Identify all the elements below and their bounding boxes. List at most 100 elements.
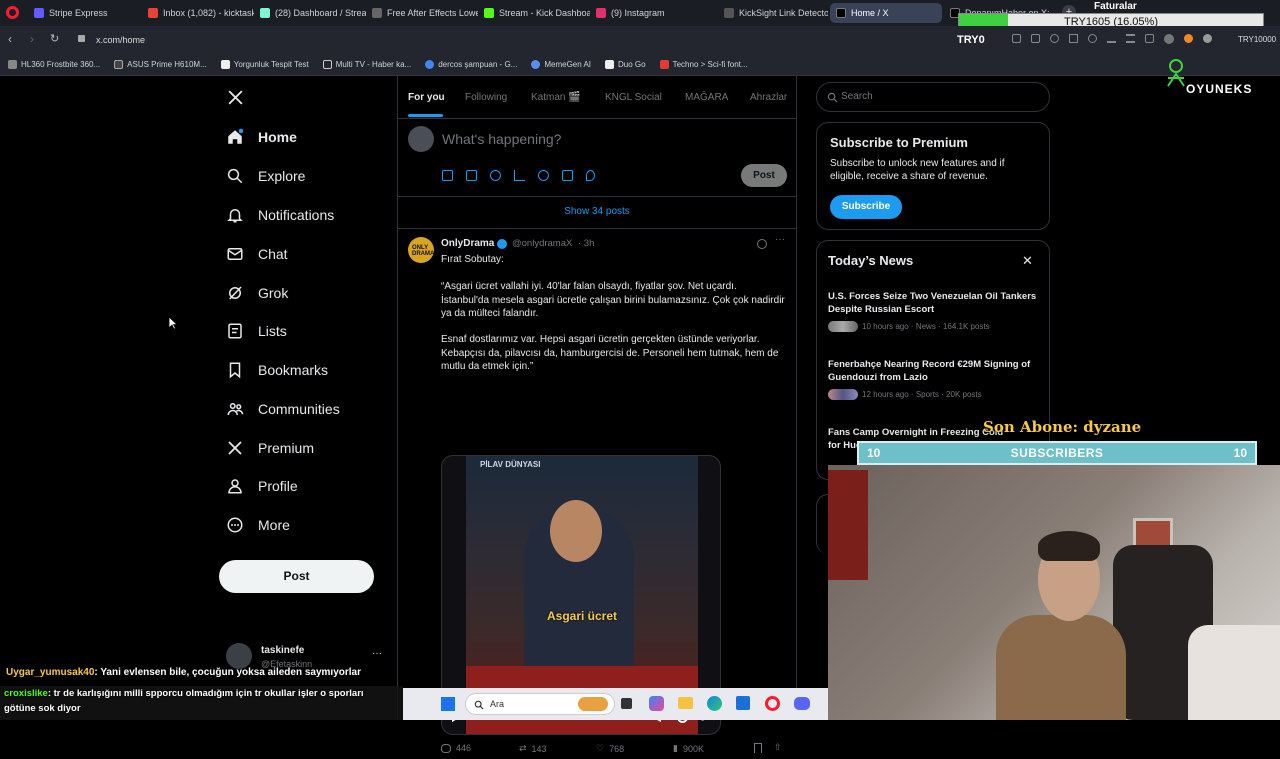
image-icon[interactable] <box>442 170 453 181</box>
tab-magara[interactable]: MAĞARA <box>685 92 728 103</box>
tab-instagram[interactable]: (9) Instagram <box>590 3 702 23</box>
ext-badge[interactable]: TRY10000 <box>1238 35 1276 44</box>
heart-icon[interactable] <box>1088 34 1097 43</box>
discord-icon[interactable] <box>794 697 810 710</box>
taskbar-search[interactable]: Ara <box>465 693 615 715</box>
send-icon[interactable] <box>1069 34 1078 43</box>
composer-input[interactable]: What's happening? <box>442 131 561 147</box>
tweet-time: · 3h <box>578 238 595 249</box>
camera-icon[interactable] <box>1031 34 1040 43</box>
windows-start-icon[interactable] <box>441 697 455 711</box>
tab-following[interactable]: Following <box>465 92 507 103</box>
tab-inbox[interactable]: Inbox (1,082) - kicktaskine <box>142 3 254 23</box>
profile-icon[interactable] <box>1164 34 1174 44</box>
menu-icon[interactable] <box>1126 34 1135 43</box>
sidebar-item-communities[interactable]: Communities <box>226 397 340 421</box>
gif-icon[interactable] <box>466 170 477 181</box>
subscribe-button[interactable]: Subscribe <box>830 195 902 219</box>
tab-after-effects[interactable]: Free After Effects Lower T <box>366 3 478 23</box>
copilot-icon[interactable] <box>649 696 664 711</box>
x-logo-icon[interactable] <box>227 89 244 106</box>
sidebar-item-notifications[interactable]: Notifications <box>226 203 334 227</box>
tab-ahrazlar[interactable]: Ahrazlar <box>750 92 787 103</box>
verified-badge-icon <box>497 239 507 249</box>
edge-icon[interactable] <box>707 696 722 711</box>
tab-stripe[interactable]: Stripe Express <box>28 3 140 23</box>
tab-katman[interactable]: Katman 🎬 <box>531 92 581 103</box>
search-icon <box>227 168 243 184</box>
tab-kick[interactable]: Stream - Kick Dashboard <box>478 3 590 23</box>
bookmark-item[interactable]: Duo Go <box>605 60 646 69</box>
sidebar-item-explore[interactable]: Explore <box>226 164 305 188</box>
bookmark-icon[interactable] <box>754 743 762 753</box>
puzzle-icon[interactable] <box>1145 34 1154 43</box>
tweet-avatar[interactable]: ONLY DRAMA <box>408 237 434 263</box>
bookmark-item[interactable]: dercos şampuan - G... <box>425 60 517 69</box>
tab-for-you[interactable]: For you <box>408 92 445 103</box>
reply-button[interactable]: 446 <box>441 743 471 753</box>
tweet[interactable]: ONLY DRAMA OnlyDrama @onlydramaX · 3h ···… <box>398 229 796 754</box>
location-icon[interactable] <box>586 170 595 181</box>
sidebar-item-bookmarks[interactable]: Bookmarks <box>226 358 328 382</box>
bookmarks-bar: HL360 Frostbite 360... ASUS Prime H610M.… <box>0 54 1280 76</box>
bookmark-item[interactable]: MemeGen AI <box>531 60 591 69</box>
bookmark-item[interactable]: ASUS Prime H610M... <box>114 60 207 69</box>
poll-icon[interactable] <box>514 170 525 181</box>
bookmark-item[interactable]: HL360 Frostbite 360... <box>8 60 100 69</box>
orange-ext-icon[interactable] <box>1184 34 1193 43</box>
schedule-icon[interactable] <box>562 170 573 181</box>
sidebar-item-premium[interactable]: Premium <box>226 436 314 460</box>
sidebar-item-chat[interactable]: Chat <box>226 242 288 266</box>
news-avatars <box>828 389 858 400</box>
bookmark-item[interactable]: Yorgunluk Tespit Test <box>220 60 309 69</box>
grey-ext-icon[interactable] <box>1203 34 1212 43</box>
sidebar-item-lists[interactable]: Lists <box>226 319 287 343</box>
post-button[interactable]: Post <box>219 560 374 593</box>
views-button[interactable]: ▮ 900K <box>673 743 704 754</box>
mouse-cursor-icon <box>168 316 178 330</box>
tv-icon <box>322 60 332 69</box>
url-field[interactable]: x.com/home <box>96 35 145 45</box>
techno-icon <box>659 60 669 69</box>
heart-icon: ♡ <box>596 743 605 753</box>
account-more-icon[interactable]: ··· <box>372 648 382 659</box>
bookmark-item[interactable]: Techno > Sci-fi font... <box>659 60 748 69</box>
task-view-icon[interactable] <box>621 698 632 709</box>
tab-dashboard[interactable]: (28) Dashboard / Streamla <box>254 3 366 23</box>
mail-icon <box>227 248 243 260</box>
show-posts-link[interactable]: Show 34 posts <box>398 206 796 217</box>
repost-button[interactable]: ⇄ 143 <box>519 743 547 754</box>
search-input[interactable]: Search <box>816 82 1050 112</box>
emoji-icon[interactable] <box>538 170 549 181</box>
opera-logo-icon[interactable] <box>6 6 19 19</box>
sidebar-item-profile[interactable]: Profile <box>226 474 298 498</box>
reload-icon[interactable]: ↻ <box>50 32 59 45</box>
tab-home-x[interactable]: Home / X <box>830 3 942 23</box>
shield-icon[interactable] <box>1050 34 1059 43</box>
store-icon[interactable] <box>736 696 750 710</box>
tab-kngl-social[interactable]: KNGL Social <box>605 92 662 103</box>
like-button[interactable]: ♡ 768 <box>596 743 624 754</box>
news-item[interactable]: Fenerbahçe Nearing Record €29M Signing o… <box>828 358 1040 400</box>
sidebar-item-more[interactable]: More <box>226 513 290 537</box>
grok-icon[interactable] <box>757 239 767 249</box>
tab-kicksight[interactable]: KickSight Link Detector <box>718 3 828 23</box>
composer-post-button[interactable]: Post <box>741 164 787 187</box>
news-meta: 12 hours ago · Sports · 20K posts <box>862 390 982 399</box>
news-item[interactable]: U.S. Forces Seize Two Venezuelan Oil Tan… <box>828 290 1040 332</box>
grok-icon[interactable] <box>490 170 501 181</box>
tweet-more-icon[interactable]: ··· <box>775 234 785 245</box>
file-explorer-icon[interactable] <box>678 697 693 709</box>
download-icon[interactable] <box>1107 34 1116 43</box>
share-icon[interactable]: ⇧ <box>774 742 782 753</box>
sidebar-item-home[interactable]: Home <box>226 125 297 149</box>
back-icon[interactable]: ‹ <box>8 32 12 46</box>
bookmark-item[interactable]: Multi TV - Haber ka... <box>322 60 411 69</box>
tweet-handle[interactable]: @onlydramaX <box>512 238 572 249</box>
sidebar-item-grok[interactable]: Grok <box>226 281 288 305</box>
opera-taskbar-icon[interactable] <box>765 696 780 711</box>
close-icon[interactable]: ✕ <box>1022 253 1033 269</box>
edit-icon[interactable] <box>1012 34 1021 43</box>
tweet-author[interactable]: OnlyDrama <box>441 238 494 249</box>
forward-icon[interactable]: › <box>30 32 34 46</box>
